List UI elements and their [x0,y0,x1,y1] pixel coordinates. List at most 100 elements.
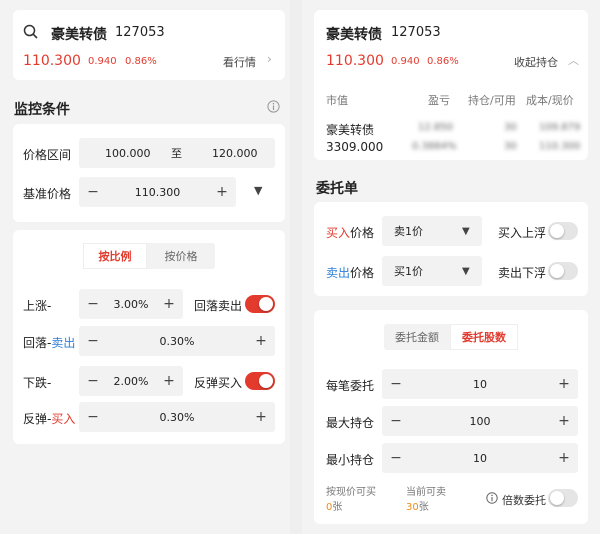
search-icon[interactable] [23,24,39,40]
can-sell-amount: 30张 [406,498,429,513]
buy-label-action: 买入 [326,226,351,240]
minus-button[interactable]: − [79,296,107,312]
price-range-field[interactable]: 100.000 至 120.000 [79,138,275,168]
market-link[interactable]: 看行情 [223,54,256,70]
stock-code: 127053 [391,25,441,40]
sell-price-select[interactable]: 买1价 ▼ [382,256,482,286]
stock-change: 0.940 [88,56,117,67]
holding-pos: 30 [504,122,517,133]
plus-button[interactable]: + [155,373,183,389]
holding-name: 豪美转债 [326,123,375,137]
base-price-label: 基准价格 [23,187,72,201]
can-sell-label: 当前可卖 [406,487,446,498]
sell-float-toggle[interactable] [548,262,578,280]
minus-button[interactable]: − [79,333,107,349]
plus-button[interactable]: + [247,409,275,425]
tab-shares[interactable]: 委托股数 [450,324,518,350]
order-quantity-card: 委托金额 委托股数 每笔委托 − 10 + 最大持仓 − 100 + 最小持仓 … [314,310,588,524]
minus-button[interactable]: − [79,373,107,389]
quantity-mode-tabs: 委托金额 委托股数 [384,324,518,350]
fall-toggle[interactable] [245,372,275,390]
minus-button[interactable]: − [79,184,107,200]
plus-button[interactable]: + [550,450,578,466]
rise-toggle[interactable] [245,295,275,313]
stock-change-pct: 0.86% [125,56,157,67]
info-icon[interactable] [486,492,498,504]
chevron-right-icon[interactable]: › [267,52,272,66]
order-title: 委托单 [316,181,358,197]
fallback-label-action: 卖出 [51,336,76,350]
per-order-stepper[interactable]: − 10 + [382,369,578,399]
sell-float-label: 卖出下浮 [498,266,547,280]
plus-button[interactable]: + [550,376,578,392]
rebound-label: 反弹-买入 [23,410,75,427]
fall-toggle-label: 反弹买入 [194,376,243,390]
caret-down-icon[interactable]: ▼ [254,184,262,197]
holding-pl-pct: 0.3884% [412,141,457,152]
plus-button[interactable]: + [208,184,236,200]
strategy-card: 按比例 按价格 上涨- − 3.00% + 回落卖出 回落-卖出 − 0.30%… [13,230,285,444]
sell-label-suffix: 价格 [350,266,375,280]
stock-price: 110.300 [326,53,384,69]
multiple-order-toggle[interactable] [548,489,578,507]
stock-change-pct: 0.86% [427,56,459,67]
tab-ratio[interactable]: 按比例 [83,243,147,269]
can-sell-unit: 张 [418,502,429,513]
right-panel: 豪美转债 127053 110.300 0.940 0.86% 收起持仓 ︿ 市… [302,0,600,534]
price-to-value[interactable]: 120.000 [212,147,258,160]
buy-price-select[interactable]: 卖1价 ▼ [382,216,482,246]
plus-button[interactable]: + [247,333,275,349]
base-price-value[interactable]: 110.300 [107,186,208,199]
stock-price: 110.300 [23,53,81,69]
tab-amount[interactable]: 委托金额 [384,324,450,350]
fall-value[interactable]: 2.00% [107,375,155,388]
min-position-value[interactable]: 10 [410,452,550,465]
caret-down-icon[interactable]: ▼ [462,266,470,277]
minus-button[interactable]: − [382,450,410,466]
rebound-value[interactable]: 0.30% [107,411,247,424]
minus-button[interactable]: − [79,409,107,425]
collapse-link[interactable]: 收起持仓 [514,54,558,70]
stock-change: 0.940 [391,56,420,67]
minus-button[interactable]: − [382,376,410,392]
tab-price[interactable]: 按价格 [147,243,215,269]
buy-float-toggle[interactable] [548,222,578,240]
can-buy-unit: 张 [332,502,343,513]
caret-down-icon[interactable]: ▼ [462,226,470,237]
per-order-value[interactable]: 10 [410,378,550,391]
multiple-order-label: 倍数委托 [502,494,546,507]
price-range-label: 价格区间 [23,148,72,162]
sell-label-action: 卖出 [326,266,351,280]
plus-button[interactable]: + [550,413,578,429]
buy-select-value[interactable]: 卖1价 [394,223,423,239]
buy-float-label: 买入上浮 [498,226,547,240]
col-pos: 持仓/可用 [468,94,516,107]
chevron-up-icon[interactable]: ︿ [568,52,579,68]
rise-stepper[interactable]: − 3.00% + [79,289,183,319]
can-buy-label: 按现价可买 [326,487,376,498]
rise-label: 上涨- [23,299,52,313]
base-price-stepper[interactable]: − 110.300 + [79,177,236,207]
info-icon[interactable] [267,100,280,113]
holding-cost: 109.879 [539,122,581,133]
can-buy-amount: 0张 [326,498,342,513]
fallback-value[interactable]: 0.30% [107,335,247,348]
holding-current: 110.300 [539,141,581,152]
max-position-stepper[interactable]: − 100 + [382,406,578,436]
rise-value[interactable]: 3.00% [107,298,155,311]
price-from-value[interactable]: 100.000 [105,147,151,160]
rebound-label-action: 买入 [51,412,76,426]
fallback-stepper[interactable]: − 0.30% + [79,326,275,356]
rebound-stepper[interactable]: − 0.30% + [79,402,275,432]
min-position-stepper[interactable]: − 10 + [382,443,578,473]
to-label: 至 [171,147,182,160]
min-position-label: 最小持仓 [326,453,375,467]
holding-available: 30 [504,141,517,152]
buy-price-label: 买入价格 [326,224,374,241]
max-position-value[interactable]: 100 [410,415,550,428]
fall-stepper[interactable]: − 2.00% + [79,366,183,396]
plus-button[interactable]: + [155,296,183,312]
fall-label: 下跌- [23,376,52,390]
sell-select-value[interactable]: 买1价 [394,263,423,279]
minus-button[interactable]: − [382,413,410,429]
